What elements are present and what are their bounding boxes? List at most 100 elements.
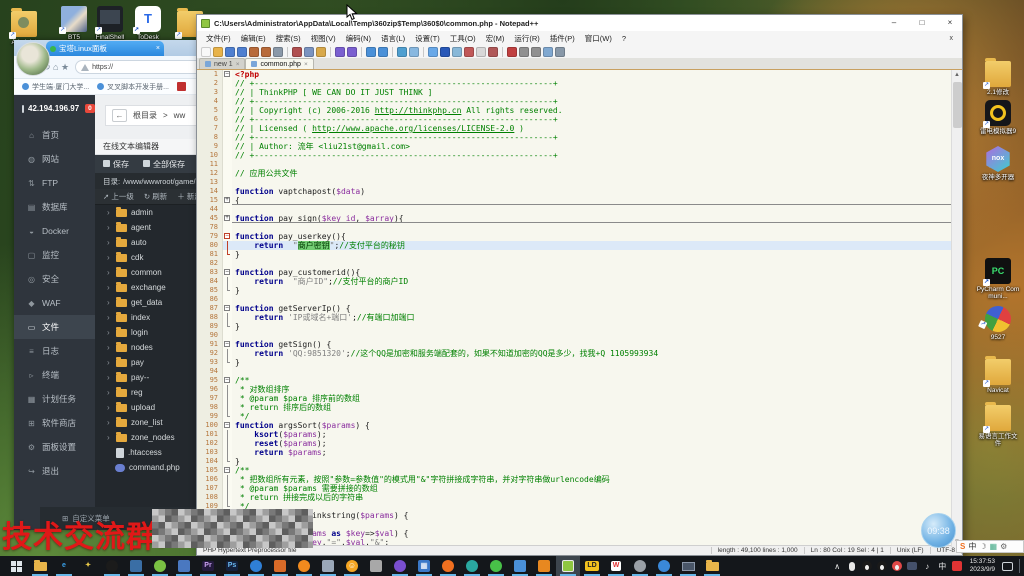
menubar-close-icon[interactable]: x [945, 35, 959, 42]
fold-margin[interactable] [223, 205, 232, 214]
fold-margin[interactable] [223, 124, 232, 133]
zoom-out-icon[interactable] [409, 47, 419, 57]
taskbar-icon-dual-monitor-app[interactable] [676, 556, 700, 576]
sidebar-item-监控[interactable]: ▢监控 [14, 243, 95, 267]
fold-collapse-icon[interactable]: − [224, 467, 230, 473]
taskbar-icon-blue-tool[interactable] [124, 556, 148, 576]
fold-margin[interactable] [223, 142, 232, 151]
fold-margin[interactable]: − [223, 376, 232, 385]
sidebar-item-面板设置[interactable]: ⚙面板设置 [14, 435, 95, 459]
fold-margin[interactable]: − [223, 232, 232, 241]
fold-margin[interactable] [223, 187, 232, 196]
taskbar-icon-blue-circle-app[interactable] [244, 556, 268, 576]
run-macro-icon[interactable] [555, 47, 565, 57]
zoom-in-icon[interactable] [397, 47, 407, 57]
fold-margin[interactable] [223, 178, 232, 187]
taskbar-icon-orange-folder-app[interactable] [700, 556, 724, 576]
menu-搜索(S)[interactable]: 搜索(S) [271, 33, 306, 44]
replace-icon[interactable] [378, 47, 388, 57]
taskbar-icon-android[interactable] [148, 556, 172, 576]
fold-margin[interactable] [223, 133, 232, 142]
fold-collapse-icon[interactable]: − [224, 269, 230, 275]
taskbar-icon-search-orange[interactable] [292, 556, 316, 576]
doc-tab-close-icon[interactable]: × [236, 61, 240, 68]
desktop-icon-ToDesk[interactable]: T↗ToDesk [126, 6, 170, 41]
fold-margin[interactable] [223, 412, 232, 421]
tray-tim-icon[interactable] [891, 556, 904, 576]
fold-margin[interactable]: + [223, 214, 232, 223]
tray-ime-indicator[interactable]: 中 [936, 556, 949, 576]
ime-icon[interactable]: S [960, 542, 965, 551]
sidebar-item-终端[interactable]: ▹终端 [14, 363, 95, 387]
desktop-icon-易语言工作文件[interactable]: ↗易语言工作文件 [976, 400, 1020, 447]
fold-margin[interactable] [223, 223, 232, 232]
tray-display-icon[interactable] [906, 556, 919, 576]
taskbar-icon-camera-app[interactable] [532, 556, 556, 576]
save-button[interactable]: 保存 [103, 159, 129, 170]
fold-margin[interactable] [223, 169, 232, 178]
fold-expand-icon[interactable]: + [224, 197, 230, 203]
fold-margin[interactable] [223, 493, 232, 502]
close-all-icon[interactable] [261, 47, 271, 57]
word-wrap-icon[interactable] [428, 47, 438, 57]
save-all-icon[interactable] [237, 47, 247, 57]
fold-margin[interactable] [223, 394, 232, 403]
tab-close-icon[interactable]: × [156, 45, 160, 52]
open-file-icon[interactable] [213, 47, 223, 57]
fold-margin[interactable] [223, 430, 232, 439]
browser-tab-bt-panel[interactable]: 宝塔Linux面板 × [46, 41, 164, 56]
menu-视图(V)[interactable]: 视图(V) [306, 33, 341, 44]
server-ip-header[interactable]: 42.194.196.97 0 [14, 95, 95, 123]
menu-语言(L)[interactable]: 语言(L) [376, 33, 410, 44]
fold-margin[interactable] [223, 160, 232, 169]
desktop-icon-2.1修改[interactable]: ↗2.1修改 [976, 56, 1020, 96]
doc-map-icon[interactable] [464, 47, 474, 57]
func-list-icon[interactable] [476, 47, 486, 57]
floating-clock-widget[interactable]: 09:38 [921, 513, 956, 548]
fold-margin[interactable]: + [223, 196, 232, 205]
doc-tab-common.php[interactable]: common.php× [245, 58, 313, 69]
taskbar-icon-firefox[interactable] [436, 556, 460, 576]
doc-tab-new 1[interactable]: new 1× [199, 58, 245, 69]
sidebar-item-软件商店[interactable]: ⊞软件商店 [14, 411, 95, 435]
fold-margin[interactable] [223, 286, 232, 295]
ime-icon[interactable]: ▦ [990, 542, 998, 551]
taskbar-icon-purple-app[interactable] [388, 556, 412, 576]
fold-margin[interactable] [223, 403, 232, 412]
menu-文件(F)[interactable]: 文件(F) [201, 33, 236, 44]
sidebar-item-日志[interactable]: ≡日志 [14, 339, 95, 363]
fold-margin[interactable] [223, 331, 232, 340]
tray-qq-icon[interactable] [861, 556, 874, 576]
tray-red-app-icon[interactable] [951, 556, 964, 576]
fold-collapse-icon[interactable]: − [224, 422, 230, 428]
ime-toolbar[interactable]: S中☽▦⚙ [956, 540, 1024, 553]
menu-窗口(W)[interactable]: 窗口(W) [580, 33, 617, 44]
fold-margin[interactable] [223, 484, 232, 493]
desktop-icon-PyCharm Communi...[interactable]: PC↗PyCharm Communi... [976, 258, 1020, 300]
paste-icon[interactable] [316, 47, 326, 57]
fold-margin[interactable] [223, 448, 232, 457]
find-icon[interactable] [366, 47, 376, 57]
ime-icon[interactable]: 中 [968, 541, 976, 552]
menu-运行(R)[interactable]: 运行(R) [509, 33, 544, 44]
fold-margin[interactable] [223, 385, 232, 394]
action-上一级[interactable]: ➚ 上一级 [103, 191, 134, 202]
taskbar-icon-premiere[interactable]: Pr [196, 556, 220, 576]
fold-margin[interactable] [223, 439, 232, 448]
fold-margin[interactable] [223, 106, 232, 115]
fold-margin[interactable] [223, 241, 232, 250]
bookmark-item[interactable]: 学生端·厦门大学... [22, 82, 89, 92]
cut-icon[interactable] [292, 47, 302, 57]
sidebar-item-计划任务[interactable]: ▦计划任务 [14, 387, 95, 411]
scroll-up-icon[interactable]: ▲ [952, 70, 962, 80]
ime-icon[interactable]: ☽ [979, 542, 986, 551]
tray-chevron-icon[interactable]: ∧ [831, 556, 844, 576]
taskbar-icon-wechat[interactable] [484, 556, 508, 576]
undo-icon[interactable] [335, 47, 345, 57]
scrollbar-thumb[interactable] [953, 82, 962, 128]
taskbar-icon-wps[interactable]: W [604, 556, 628, 576]
fold-margin[interactable]: − [223, 421, 232, 430]
menu-?[interactable]: ? [617, 34, 631, 43]
fold-margin[interactable]: − [223, 70, 232, 79]
close-icon[interactable] [249, 47, 259, 57]
